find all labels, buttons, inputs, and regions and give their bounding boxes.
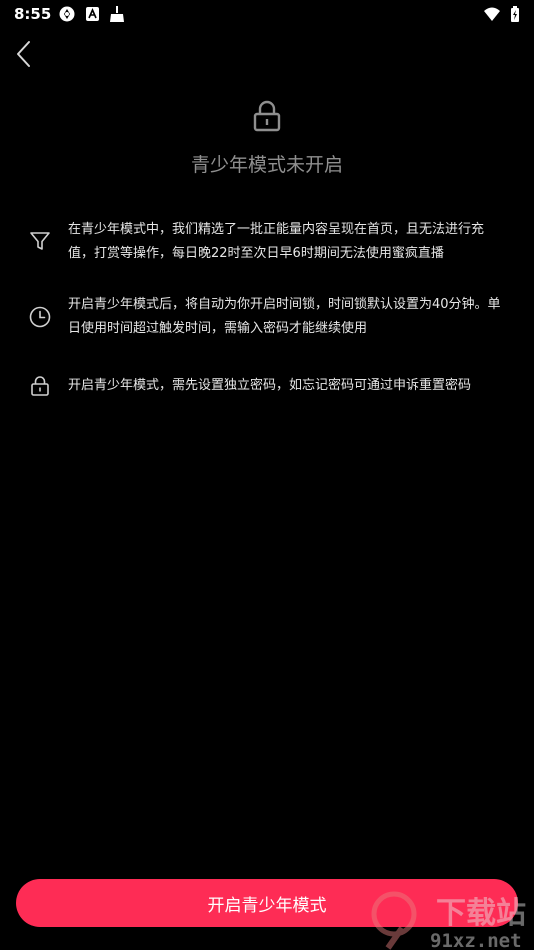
shutter-icon (59, 6, 75, 22)
filter-icon (30, 232, 50, 250)
page-title: 青少年模式未开启 (190, 154, 343, 176)
wifi-icon (484, 7, 500, 21)
feature-text: 开启青少年模式，需先设置独立密码，如忘记密码可通过申诉重置密码 (68, 378, 472, 393)
lock-icon (31, 376, 49, 396)
watermark-logo: 下载站 91xz.net (371, 891, 526, 950)
back-arrow-icon[interactable] (10, 38, 38, 70)
status-bar: 8:55 (0, 0, 534, 28)
lock-icon (253, 100, 281, 132)
feature-text: 在青少年模式中，我们精选了一批正能量内容呈现在首页，且无法进行充值，打赏等操作，… (68, 222, 485, 261)
battery-charging-icon (511, 6, 519, 22)
app-notification-icon (86, 7, 99, 21)
watermark-text-top: 下载站 (436, 896, 526, 931)
watermark-text-bottom: 91xz.net (430, 930, 522, 950)
cleaner-icon (110, 6, 124, 22)
feature-text: 开启青少年模式后，将自动为你开启时间锁，时间锁默认设置为40分钟。单日使用时间超… (68, 297, 501, 336)
clock-icon (29, 306, 51, 328)
status-time: 8:55 (14, 5, 52, 23)
